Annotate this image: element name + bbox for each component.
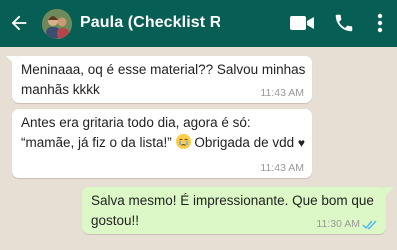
crying-face-emoji-icon (175, 134, 191, 149)
message-text: Antes era gritaria todo dia, agora é só:… (21, 113, 306, 153)
heart-icon: ♥ (297, 136, 306, 150)
video-call-icon[interactable] (289, 12, 315, 34)
outgoing-message[interactable]: Salva mesmo! É impressionante. Que bom q… (82, 187, 386, 234)
back-arrow-icon[interactable] (8, 12, 30, 34)
phone-icon[interactable] (333, 12, 355, 34)
more-vert-icon[interactable] (370, 12, 390, 34)
double-check-read-icon (362, 220, 377, 230)
contact-avatar[interactable] (42, 9, 72, 39)
incoming-message[interactable]: Antes era gritaria todo dia, agora é só:… (12, 109, 312, 178)
incoming-message[interactable]: Meninaaa, oq é esse material?? Salvou mi… (12, 56, 312, 103)
contact-name[interactable]: Paula (Checklist Roti (80, 14, 220, 34)
message-time: 11:30 AM (316, 218, 360, 230)
message-time: 11:43 AM (260, 162, 304, 174)
chat-header: Paula (Checklist Roti (0, 0, 397, 47)
message-list[interactable]: Meninaaa, oq é esse material?? Salvou mi… (0, 47, 397, 250)
message-time: 11:43 AM (260, 87, 304, 99)
message-text-part: Obrigada de vdd (190, 135, 298, 150)
